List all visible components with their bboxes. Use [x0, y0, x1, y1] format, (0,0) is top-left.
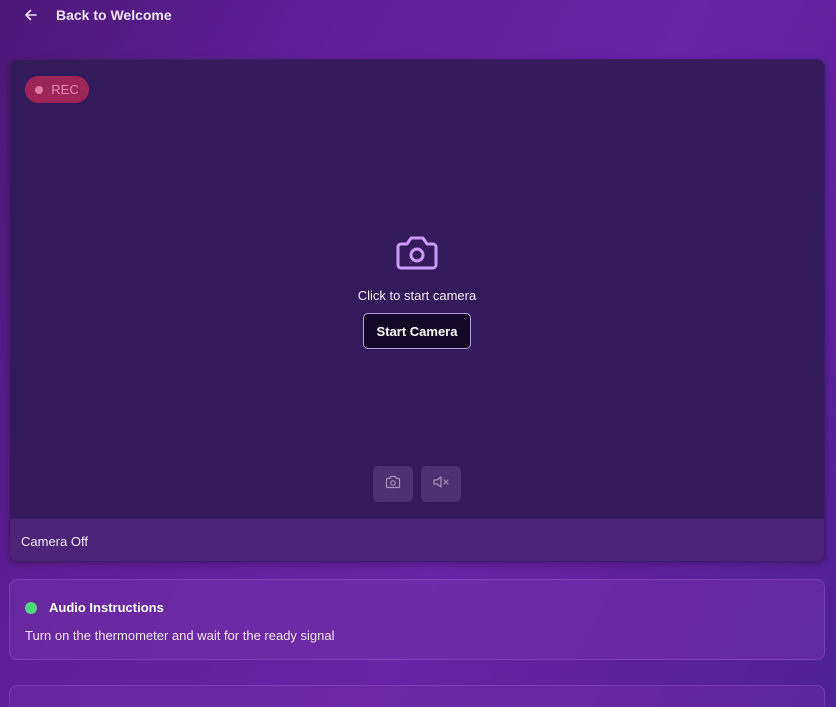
camera-icon	[385, 475, 401, 494]
rec-indicator-dot	[35, 85, 44, 94]
audio-instructions-title: Audio Instructions	[49, 600, 164, 615]
status-indicator-dot	[25, 601, 37, 614]
rec-label: REC	[51, 82, 79, 97]
speaker-muted-icon	[432, 475, 450, 494]
camera-viewport: REC Click to start camera Start Camera	[10, 60, 824, 519]
back-link-label: Back to Welcome	[56, 7, 172, 23]
audio-instructions-text: Turn on the thermometer and wait for the…	[25, 628, 335, 643]
back-to-welcome-link[interactable]: Back to Welcome	[24, 4, 172, 26]
camera-status-bar: Camera Off	[10, 519, 824, 561]
audio-instructions-header: Audio Instructions	[25, 600, 164, 615]
rec-badge: REC	[25, 76, 89, 103]
arrow-left-icon	[24, 8, 38, 22]
camera-status-text: Camera Off	[21, 533, 88, 549]
audio-instructions-card: Audio Instructions Turn on the thermomet…	[9, 579, 825, 660]
snapshot-button[interactable]	[373, 466, 413, 502]
mute-toggle-button[interactable]	[421, 466, 461, 502]
camera-icon	[394, 234, 440, 274]
start-camera-button[interactable]: Start Camera	[363, 313, 471, 349]
next-card	[9, 685, 825, 707]
start-camera-prompt: Click to start camera	[357, 288, 477, 303]
camera-panel: REC Click to start camera Start Camera C…	[9, 59, 825, 562]
